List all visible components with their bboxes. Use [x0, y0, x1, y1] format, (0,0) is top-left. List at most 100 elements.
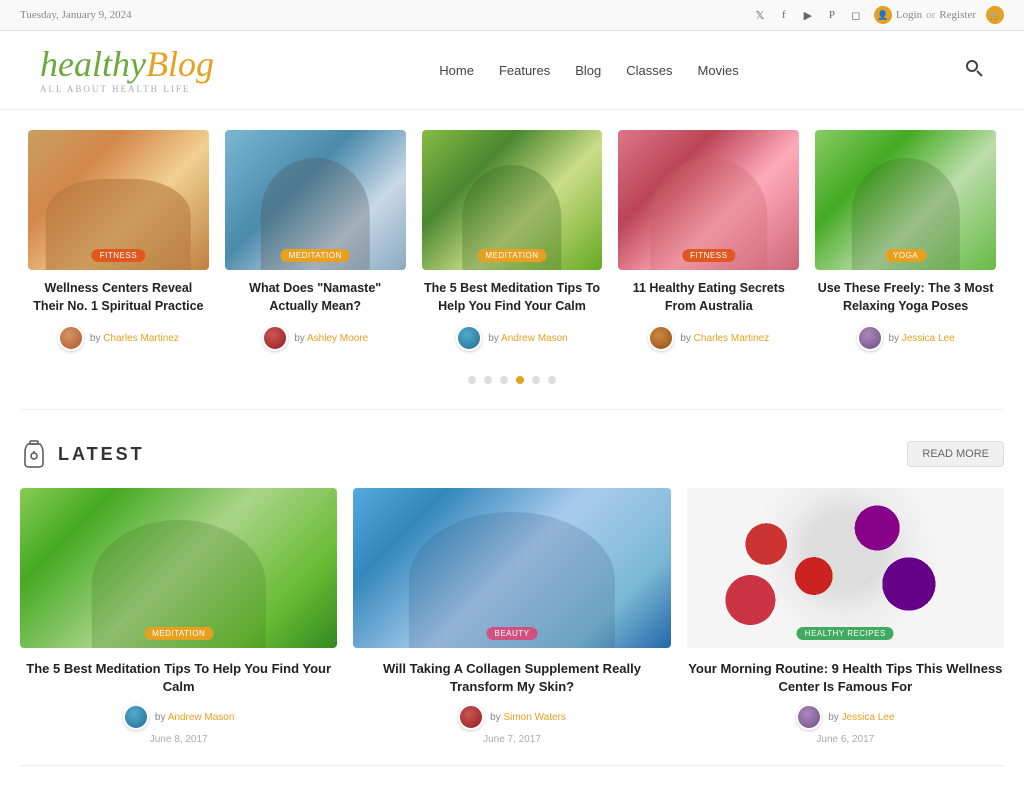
logo-healthy: healthy: [40, 44, 146, 84]
dot-3[interactable]: [500, 376, 508, 384]
featured-image-4: FITNESS: [618, 130, 799, 270]
nav-movies[interactable]: Movies: [698, 63, 739, 78]
latest-title-3: Your Morning Routine: 9 Health Tips This…: [687, 660, 1004, 696]
dot-6[interactable]: [548, 376, 556, 384]
featured-title-3: The 5 Best Meditation Tips To Help You F…: [422, 280, 603, 315]
or-text: or: [926, 9, 935, 21]
search-button[interactable]: [964, 58, 984, 83]
top-bar-right: 𝕏 f ▶ P ◻ 👤 Login or Register 🛒: [752, 6, 1004, 24]
latest-title-2: Will Taking A Collagen Supplement Really…: [353, 660, 670, 696]
latest-section: LATEST READ MORE MEDITATION The 5 Best M…: [0, 420, 1024, 755]
latest-image-3: HEALTHY RECIPES: [687, 488, 1004, 648]
featured-image-1: FITNESS: [28, 130, 209, 270]
top-bar: Tuesday, January 9, 2024 𝕏 f ▶ P ◻ 👤 Log…: [0, 0, 1024, 31]
author-avatar-3: [456, 325, 482, 351]
social-icons: 𝕏 f ▶ P ◻: [752, 7, 864, 23]
featured-title-1: Wellness Centers Reveal Their No. 1 Spir…: [28, 280, 209, 315]
featured-card-4[interactable]: FITNESS 11 Healthy Eating Secrets From A…: [610, 130, 807, 351]
twitter-icon[interactable]: 𝕏: [752, 7, 768, 23]
latest-date-2: June 7, 2017: [353, 734, 670, 745]
latest-author-row-3: by Jessica Lee: [687, 704, 1004, 730]
author-name-2: by Ashley Moore: [294, 333, 368, 344]
author-avatar-1: [58, 325, 84, 351]
youtube-icon[interactable]: ▶: [800, 7, 816, 23]
user-icon: 👤: [874, 6, 892, 24]
latest-avatar-1: [123, 704, 149, 730]
featured-card-1[interactable]: FITNESS Wellness Centers Reveal Their No…: [20, 130, 217, 351]
author-row-1: by Charles Martinez: [28, 325, 209, 351]
category-badge-1: FITNESS: [92, 249, 145, 262]
featured-title-5: Use These Freely: The 3 Most Relaxing Yo…: [815, 280, 996, 315]
pagination-dots: [0, 361, 1024, 399]
dot-1[interactable]: [468, 376, 476, 384]
author-row-3: by Andrew Mason: [422, 325, 603, 351]
facebook-icon[interactable]: f: [776, 7, 792, 23]
featured-image-2: MEDITATION: [225, 130, 406, 270]
section-divider: [20, 409, 1004, 410]
dot-2[interactable]: [484, 376, 492, 384]
instagram-icon[interactable]: ◻: [848, 7, 864, 23]
latest-category-1: MEDITATION: [144, 627, 213, 640]
bottle-icon: [20, 440, 48, 468]
login-link[interactable]: Login: [896, 9, 922, 21]
category-badge-3: MEDITATION: [477, 249, 546, 262]
latest-author-2: by Simon Waters: [490, 712, 566, 723]
latest-card-3[interactable]: HEALTHY RECIPES Your Morning Routine: 9 …: [687, 488, 1004, 745]
latest-author-row-1: by Andrew Mason: [20, 704, 337, 730]
author-name-1: by Charles Martinez: [90, 333, 179, 344]
nav-blog[interactable]: Blog: [575, 63, 601, 78]
author-row-4: by Charles Martinez: [618, 325, 799, 351]
featured-title-2: What Does "Namaste" Actually Mean?: [225, 280, 406, 315]
author-avatar-5: [857, 325, 883, 351]
latest-card-2[interactable]: BEAUTY Will Taking A Collagen Supplement…: [353, 488, 670, 745]
latest-author-1: by Andrew Mason: [155, 712, 235, 723]
author-name-4: by Charles Martinez: [680, 333, 769, 344]
logo-text: healthyBlog: [40, 46, 214, 82]
latest-card-1[interactable]: MEDITATION The 5 Best Meditation Tips To…: [20, 488, 337, 745]
featured-card-2[interactable]: MEDITATION What Does "Namaste" Actually …: [217, 130, 414, 351]
latest-category-3: HEALTHY RECIPES: [797, 627, 894, 640]
latest-date-1: June 8, 2017: [20, 734, 337, 745]
bottom-divider: [20, 765, 1004, 766]
register-link[interactable]: Register: [939, 9, 976, 21]
author-avatar-4: [648, 325, 674, 351]
latest-avatar-2: [458, 704, 484, 730]
category-badge-2: MEDITATION: [281, 249, 350, 262]
category-badge-5: YOGA: [885, 249, 926, 262]
main-nav: Home Features Blog Classes Movies: [439, 63, 738, 78]
latest-title-text: LATEST: [58, 444, 145, 465]
logo-tagline: ALL ABOUT HEALTH LIFE: [40, 84, 190, 94]
nav-home[interactable]: Home: [439, 63, 474, 78]
header: healthyBlog ALL ABOUT HEALTH LIFE Home F…: [0, 31, 1024, 110]
nav-features[interactable]: Features: [499, 63, 550, 78]
latest-author-row-2: by Simon Waters: [353, 704, 670, 730]
featured-card-3[interactable]: MEDITATION The 5 Best Meditation Tips To…: [414, 130, 611, 351]
pinterest-icon[interactable]: P: [824, 7, 840, 23]
author-row-2: by Ashley Moore: [225, 325, 406, 351]
featured-title-4: 11 Healthy Eating Secrets From Australia: [618, 280, 799, 315]
read-more-button[interactable]: READ MORE: [907, 441, 1004, 467]
logo-blog: Blog: [146, 44, 214, 84]
latest-cards: MEDITATION The 5 Best Meditation Tips To…: [20, 488, 1004, 745]
latest-avatar-3: [796, 704, 822, 730]
featured-card-5[interactable]: YOGA Use These Freely: The 3 Most Relaxi…: [807, 130, 1004, 351]
latest-title-1: The 5 Best Meditation Tips To Help You F…: [20, 660, 337, 696]
latest-author-3: by Jessica Lee: [828, 712, 894, 723]
latest-category-2: BEAUTY: [486, 627, 537, 640]
cart-icon[interactable]: 🛒: [986, 6, 1004, 24]
dot-4[interactable]: [516, 376, 524, 384]
featured-section: FITNESS Wellness Centers Reveal Their No…: [0, 110, 1024, 399]
latest-title: LATEST: [20, 440, 145, 468]
featured-cards: FITNESS Wellness Centers Reveal Their No…: [0, 110, 1024, 361]
nav-classes[interactable]: Classes: [626, 63, 672, 78]
latest-image-1: MEDITATION: [20, 488, 337, 648]
author-row-5: by Jessica Lee: [815, 325, 996, 351]
featured-image-3: MEDITATION: [422, 130, 603, 270]
latest-image-2: BEAUTY: [353, 488, 670, 648]
latest-header: LATEST READ MORE: [20, 440, 1004, 468]
date-display: Tuesday, January 9, 2024: [20, 9, 132, 21]
latest-date-3: June 6, 2017: [687, 734, 1004, 745]
category-badge-4: FITNESS: [682, 249, 735, 262]
dot-5[interactable]: [532, 376, 540, 384]
logo[interactable]: healthyBlog ALL ABOUT HEALTH LIFE: [40, 46, 214, 94]
